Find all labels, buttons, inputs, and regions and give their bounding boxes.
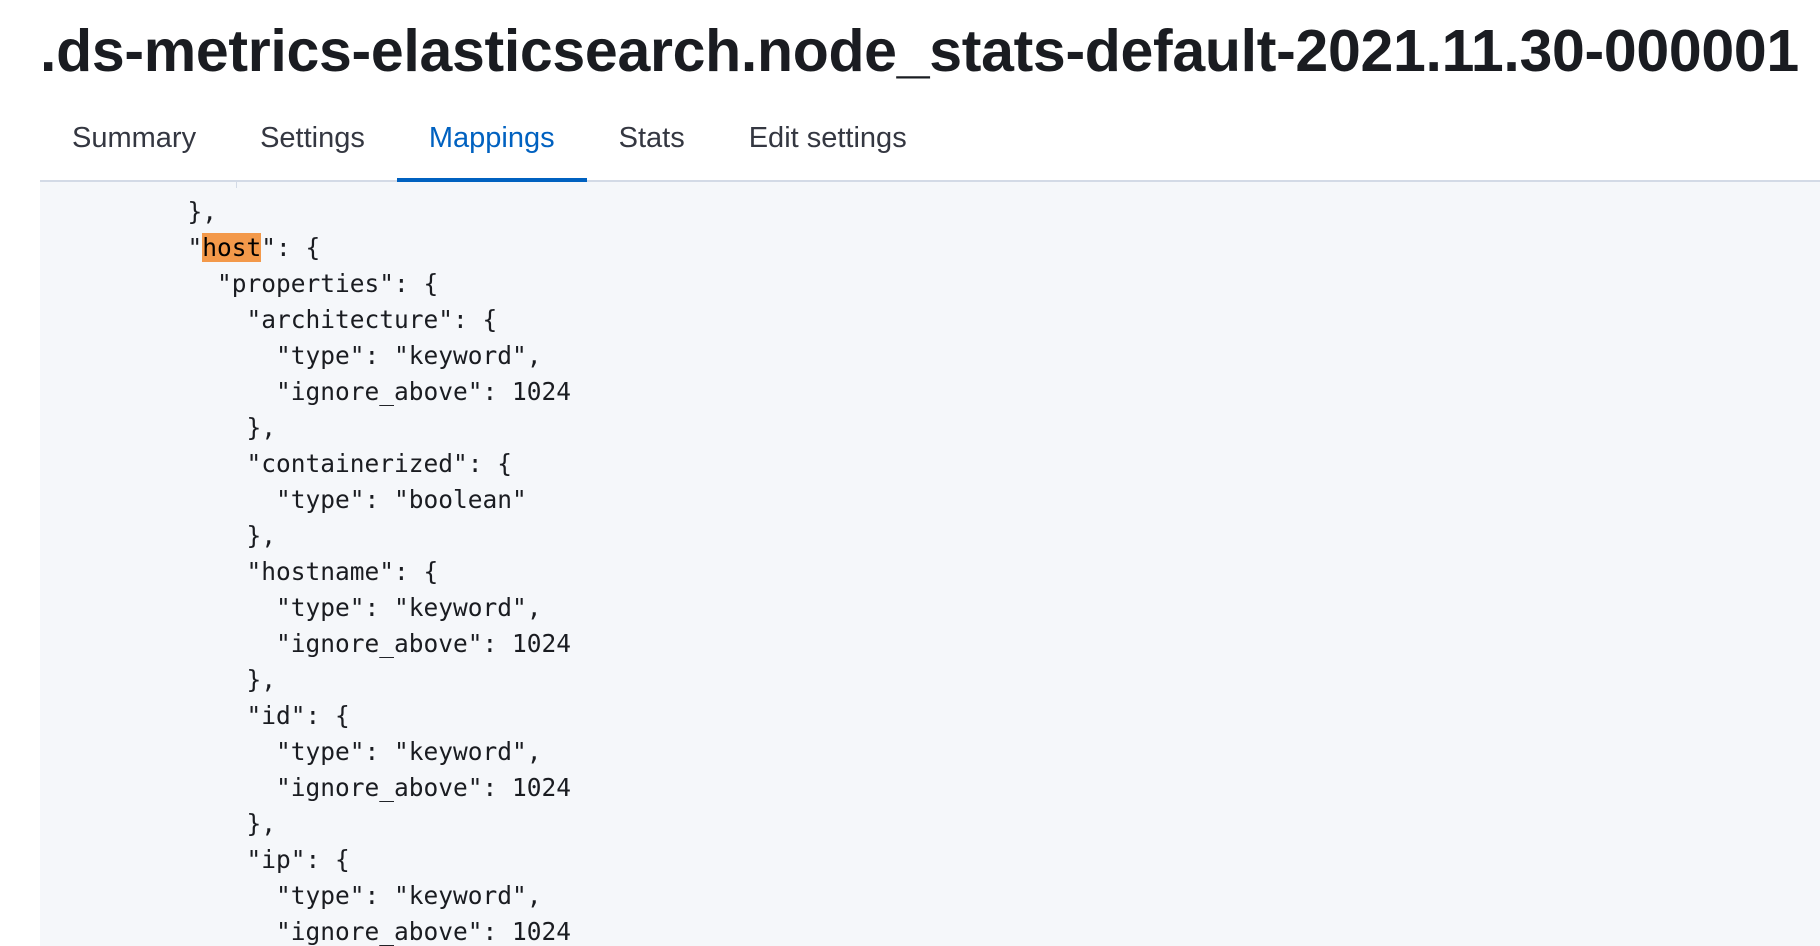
code-line: "type": "keyword", xyxy=(40,737,542,766)
indent-guide xyxy=(236,182,237,188)
code-line: "id": { xyxy=(40,701,350,730)
code-line: "properties": { xyxy=(40,269,439,298)
code-line: }, xyxy=(40,521,277,550)
code-line: "type": "keyword", xyxy=(40,341,542,370)
tab-settings[interactable]: Settings xyxy=(228,106,397,180)
code-line: "ignore_above": 1024 xyxy=(40,629,572,658)
tab-summary[interactable]: Summary xyxy=(40,106,228,180)
code-line: }, xyxy=(40,665,277,694)
code-line: "type": "keyword", xyxy=(40,593,542,622)
code-line: "ignore_above": 1024 xyxy=(40,377,572,406)
code-line-highlighted: "host": { xyxy=(40,230,571,266)
code-line: }, xyxy=(40,809,277,838)
code-line: "containerized": { xyxy=(40,449,513,478)
code-line: "ignore_above": 1024 xyxy=(40,917,572,946)
code-line: "architecture": { xyxy=(40,305,498,334)
code-line-suffix: ": { xyxy=(261,233,321,262)
search-match-highlight: host xyxy=(202,233,262,262)
tab-mappings[interactable]: Mappings xyxy=(396,106,587,182)
tab-edit-settings[interactable]: Edit settings xyxy=(717,106,939,180)
code-line: }, xyxy=(40,197,218,226)
code-line: "type": "boolean" xyxy=(40,485,527,514)
code-line-prefix: " xyxy=(40,233,203,262)
tab-stats[interactable]: Stats xyxy=(587,106,717,180)
code-line: "hostname": { xyxy=(40,557,439,586)
index-details-page: .ds-metrics-elasticsearch.node_stats-def… xyxy=(0,0,1820,946)
code-line: "ip": { xyxy=(40,845,350,874)
index-tabs: Summary Settings Mappings Stats Edit set… xyxy=(40,106,1820,182)
code-line: "ignore_above": 1024 xyxy=(40,773,572,802)
mappings-json: }, "host": { "properties": { "architectu… xyxy=(40,194,572,946)
code-line: }, xyxy=(40,413,277,442)
mappings-code-viewer[interactable]: }, "host": { "properties": { "architectu… xyxy=(40,182,1820,946)
code-line: "type": "keyword", xyxy=(40,881,542,910)
page-title: .ds-metrics-elasticsearch.node_stats-def… xyxy=(40,18,1799,84)
